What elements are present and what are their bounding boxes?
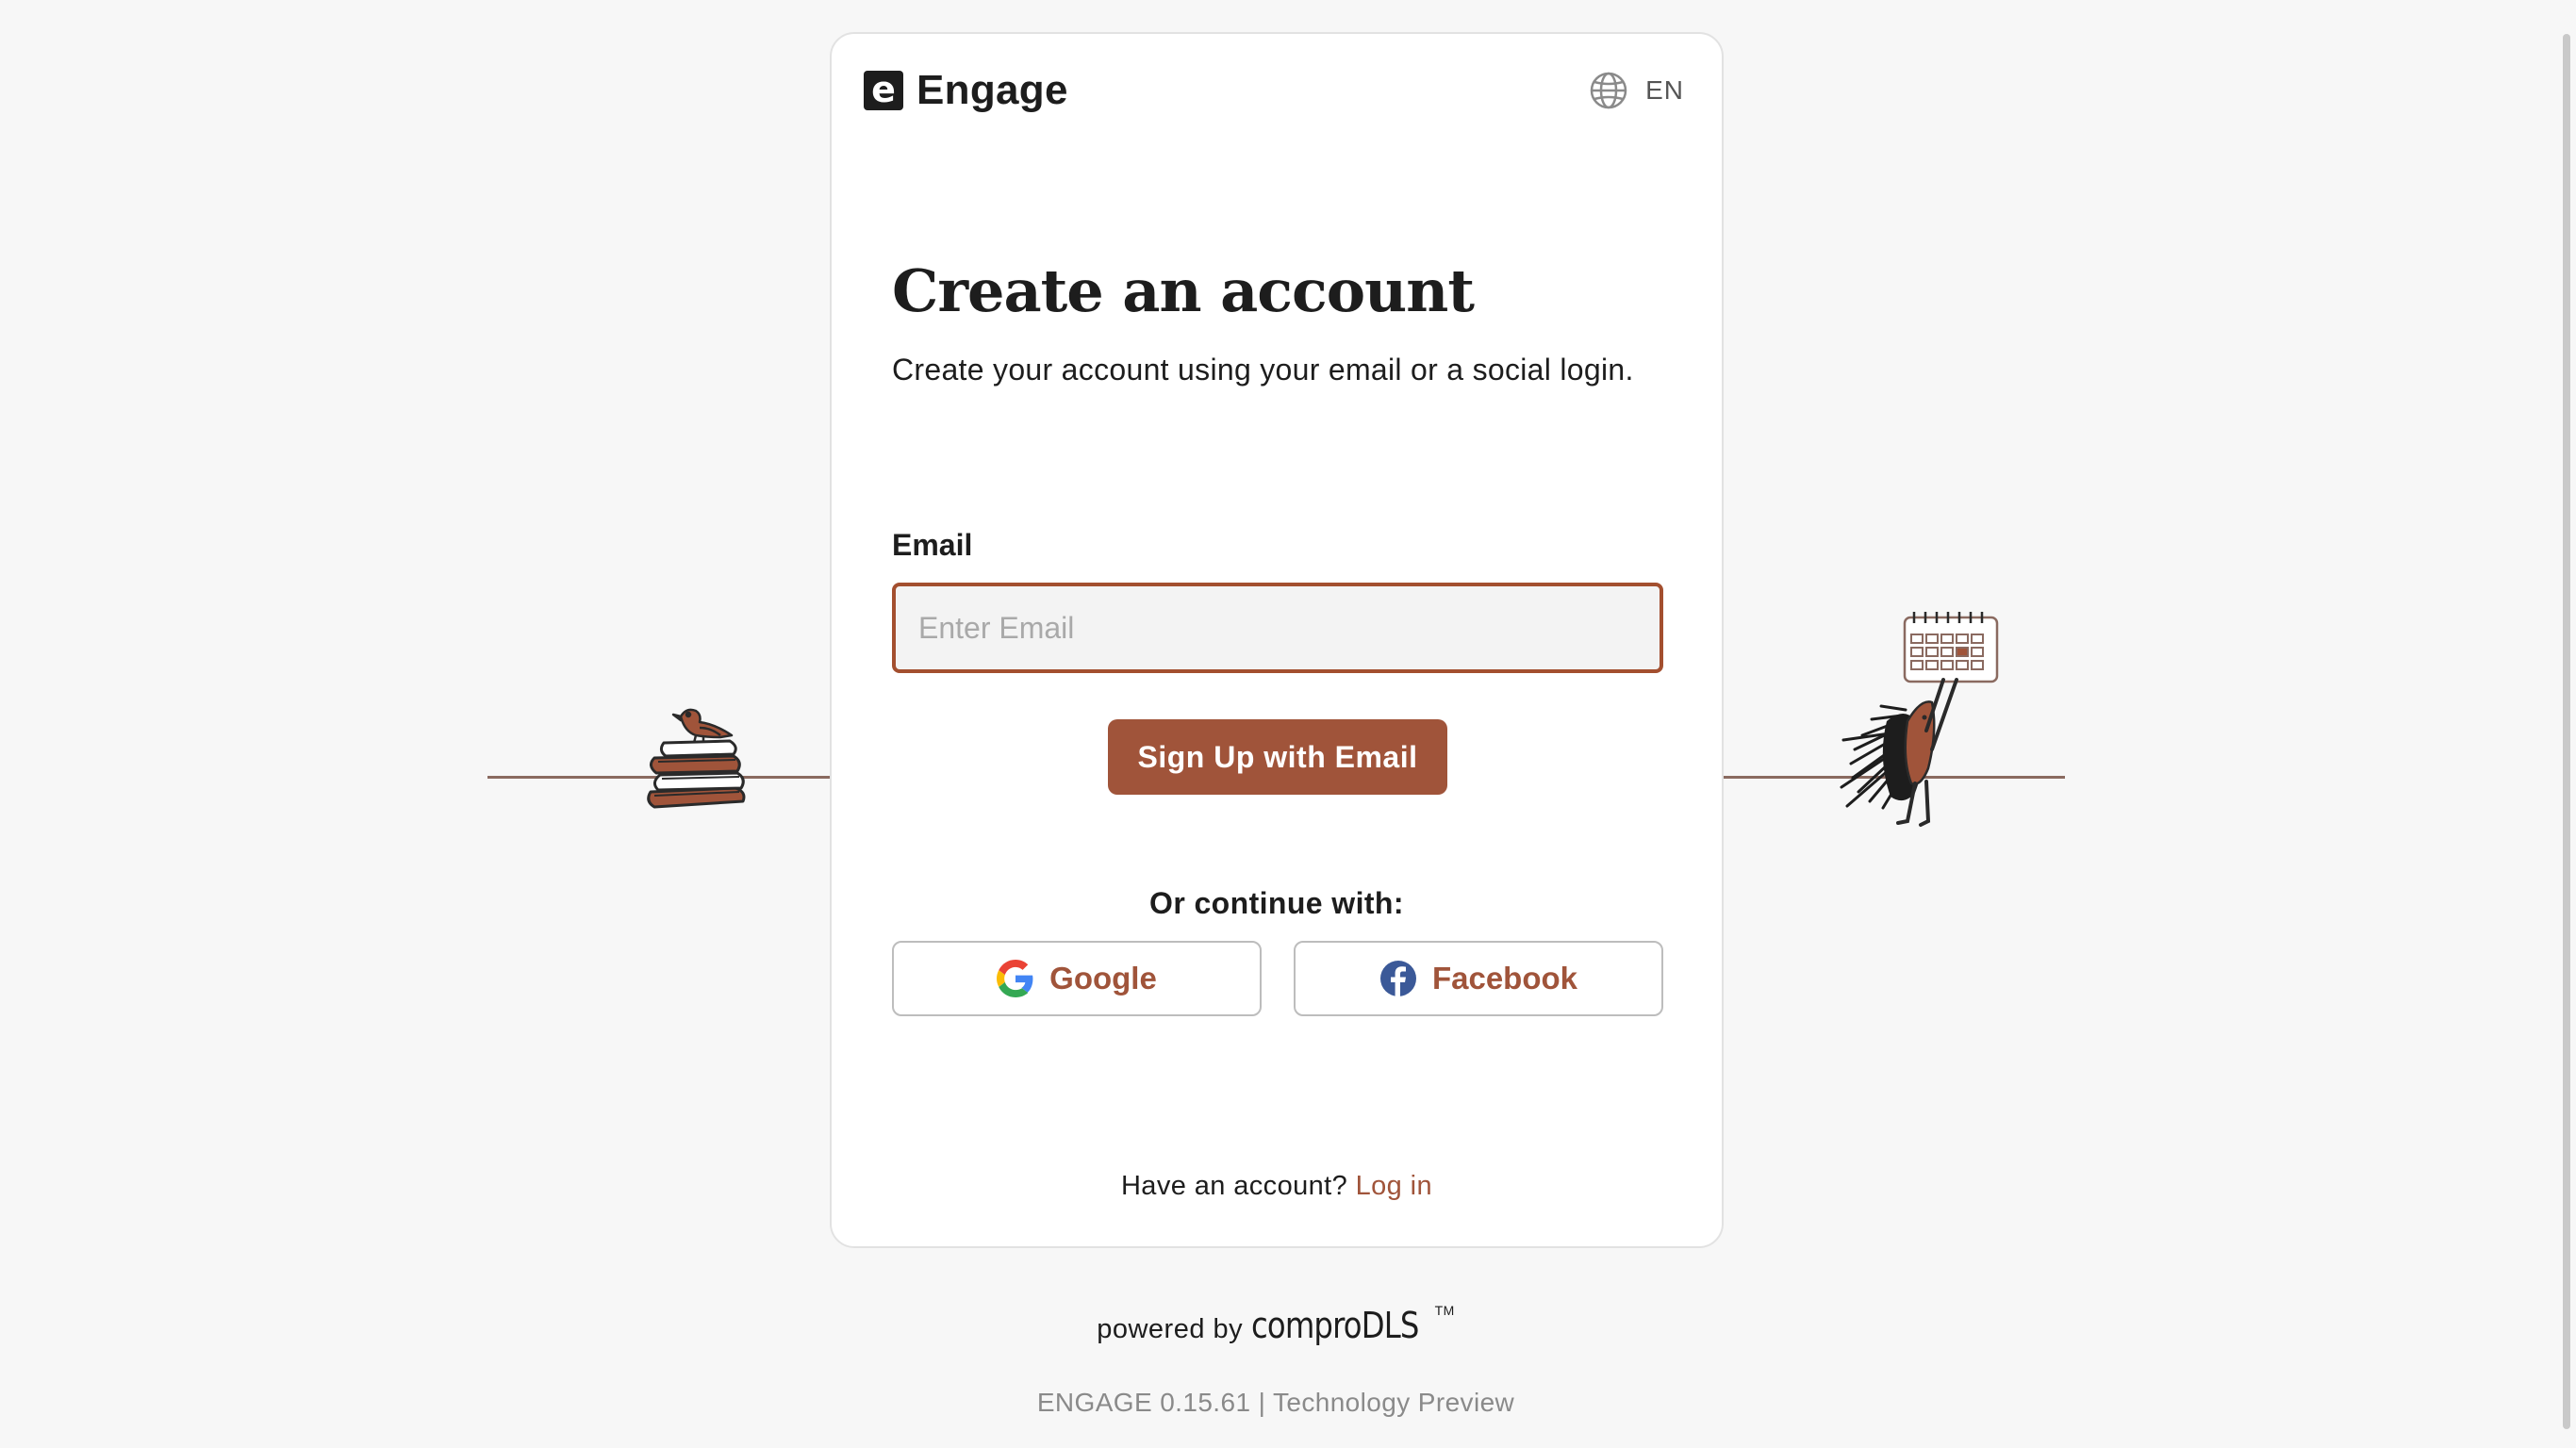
card-header: e Engage EN xyxy=(864,66,1684,115)
login-prompt: Have an account? xyxy=(1120,1171,1348,1201)
google-login-label: Google xyxy=(1049,961,1157,996)
social-divider-text: Or continue with: xyxy=(1149,886,1404,920)
powered-by: powered by comproDLS TM xyxy=(0,1303,2551,1346)
facebook-login-button[interactable]: Facebook xyxy=(1294,941,1663,1016)
language-code: EN xyxy=(1645,75,1684,105)
page-title: Create an account xyxy=(892,256,1475,325)
signup-card: e Engage EN Create an account Create you… xyxy=(830,32,1724,1248)
login-row: Have an account? Log in xyxy=(832,1171,1722,1202)
language-selector[interactable]: EN xyxy=(1589,71,1684,110)
porcupine-with-calendar-illustration xyxy=(1840,612,1999,827)
powered-by-prefix: powered by xyxy=(1097,1314,1244,1344)
page-scrollbar[interactable] xyxy=(2563,34,2570,1429)
version-info: ENGAGE 0.15.61 | Technology Preview xyxy=(1036,1388,1515,1417)
facebook-login-label: Facebook xyxy=(1431,961,1578,996)
comprodls-logo: comproDLS xyxy=(1250,1305,1419,1346)
brand-name: Engage xyxy=(916,67,1068,113)
brand: e Engage xyxy=(864,67,1068,114)
engage-logo-icon: e xyxy=(864,71,903,110)
trademark-mark: TM xyxy=(1434,1303,1455,1318)
email-label: Email xyxy=(892,528,973,562)
log-in-link[interactable]: Log in xyxy=(1356,1171,1432,1201)
bird-on-books-illustration xyxy=(647,708,746,809)
globe-icon xyxy=(1590,72,1627,109)
page: e Engage EN Create an account Create you… xyxy=(0,0,2576,1448)
page-subtitle: Create your account using your email or … xyxy=(892,353,1634,387)
sign-up-with-email-button[interactable]: Sign Up with Email xyxy=(1108,719,1447,795)
email-input[interactable] xyxy=(892,583,1663,673)
facebook-icon xyxy=(1379,961,1416,996)
google-icon xyxy=(997,960,1033,997)
google-login-button[interactable]: Google xyxy=(892,941,1262,1016)
